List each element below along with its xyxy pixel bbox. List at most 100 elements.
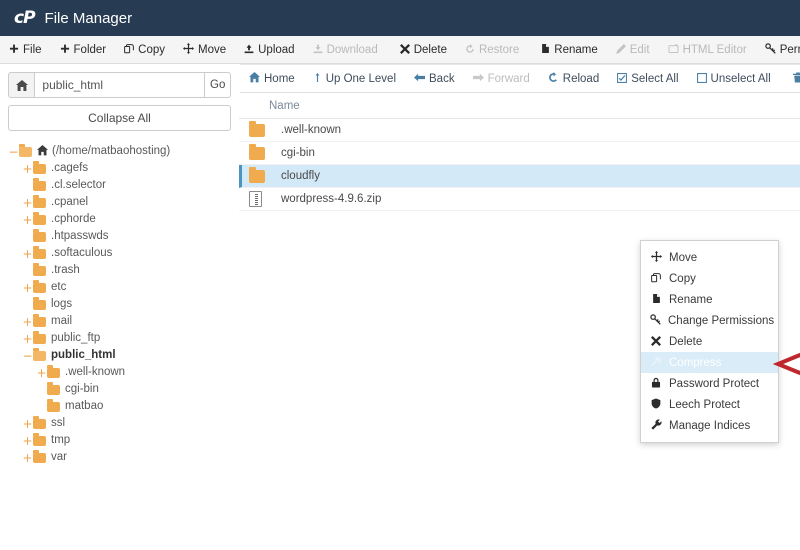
folder-icon [249, 166, 267, 183]
toolbar-item-label: HTML Editor [682, 43, 747, 56]
toolbar-item-label: Restore [478, 43, 520, 56]
context-menu-item-delete[interactable]: Delete [641, 331, 778, 352]
toolbar-item-rename[interactable]: Rename [532, 36, 606, 63]
tree-item[interactable]: + var [8, 449, 231, 466]
expand-toggle-icon[interactable]: + [22, 282, 33, 294]
shield-icon [650, 398, 662, 411]
folder-icon [249, 143, 267, 160]
file-name: cgi-bin [281, 147, 315, 159]
context-menu-item-label: Move [669, 251, 698, 264]
collapse-all-button[interactable]: Collapse All [8, 105, 231, 131]
tree-item-label: matbao [65, 399, 104, 412]
toolbar-item-label: Move [198, 43, 227, 56]
tree-item[interactable]: + public_ftp [8, 330, 231, 347]
folder-icon [33, 331, 46, 344]
nav-item-label: Forward [487, 72, 530, 85]
file-row[interactable]: cgi-bin [239, 142, 800, 165]
expand-toggle-icon[interactable]: + [22, 214, 33, 226]
path-input[interactable] [34, 72, 205, 98]
toolbar-item-move[interactable]: Move [174, 36, 235, 63]
context-menu-item-rename[interactable]: Rename [641, 289, 778, 310]
context-menu-item-move[interactable]: Move [641, 247, 778, 268]
toolbar-item-upload[interactable]: Upload [235, 36, 303, 63]
tree-item[interactable]: − (/home/matbaohosting) [8, 143, 231, 160]
expand-toggle-icon[interactable]: + [22, 316, 33, 328]
navigation-bar: Home Up One Level Back Forward Reload Select … [240, 64, 800, 93]
tree-item[interactable]: + .well-known [8, 364, 231, 381]
tree-item[interactable]: + tmp [8, 432, 231, 449]
context-menu-item-leech-protect[interactable]: Leech Protect [641, 394, 778, 415]
go-button[interactable]: Go [204, 72, 231, 98]
open-folder-icon [33, 348, 46, 361]
tree-item[interactable]: + .cphorde [8, 211, 231, 228]
sidebar: Go Collapse All − (/home/matbaohosting) +.… [0, 64, 240, 550]
tree-item-label: .well-known [65, 365, 126, 378]
toolbar-item-label: Delete [413, 43, 447, 56]
plus-icon [9, 44, 19, 56]
file-row[interactable]: .well-known [239, 119, 800, 142]
tree-item[interactable]: · logs [8, 296, 231, 313]
cpanel-logo-icon: cP [14, 8, 36, 28]
tree-item[interactable]: + .cagefs [8, 160, 231, 177]
home-icon[interactable] [8, 72, 35, 98]
context-menu-item-manage-indices[interactable]: Manage Indices [641, 415, 778, 436]
move-icon [183, 43, 194, 56]
context-menu-item-password-protect[interactable]: Password Protect [641, 373, 778, 394]
left-arrow-icon [414, 72, 426, 85]
nav-item-up-one-level[interactable]: Up One Level [304, 65, 405, 92]
toolbar-item-permissions[interactable]: Permissions [756, 36, 800, 63]
wrench-key-icon [650, 314, 661, 327]
expand-toggle-icon[interactable]: + [22, 435, 33, 447]
expand-toggle-icon[interactable]: + [22, 197, 33, 209]
expand-toggle-icon[interactable]: + [22, 452, 33, 464]
file-manager-window: cP File Manager File Folder Copy Move Upload… [0, 0, 800, 550]
collapse-toggle-icon[interactable]: − [22, 350, 33, 362]
tree-item[interactable]: + mail [8, 313, 231, 330]
tree-item[interactable]: · .trash [8, 262, 231, 279]
tree-item[interactable]: − public_html [8, 347, 231, 364]
toolbar-item-copy[interactable]: Copy [115, 36, 174, 63]
nav-item-label: Back [429, 72, 455, 85]
context-menu: Move Copy Rename Change Permissions Delete Co… [640, 240, 779, 443]
nav-item-select-all[interactable]: Select All [608, 65, 687, 92]
tree-spacer: · [36, 384, 47, 396]
collapse-toggle-icon[interactable]: − [8, 146, 19, 158]
tree-item[interactable]: + ssl [8, 415, 231, 432]
expand-toggle-icon[interactable]: + [22, 418, 33, 430]
html-editor-icon [668, 43, 679, 56]
tree-item[interactable]: + .softaculous [8, 245, 231, 262]
expand-toggle-icon[interactable]: + [22, 333, 33, 345]
column-header-name[interactable]: Name [239, 93, 800, 119]
context-menu-item-change-permissions[interactable]: Change Permissions [641, 310, 778, 331]
tree-item[interactable]: + etc [8, 279, 231, 296]
nav-item-unselect-all[interactable]: Unselect All [688, 65, 780, 92]
tree-item[interactable]: · cgi-bin [8, 381, 231, 398]
folder-icon [47, 365, 60, 378]
file-row[interactable]: wordpress-4.9.6.zip [239, 188, 800, 211]
tree-item[interactable]: · matbao [8, 398, 231, 415]
nav-item-reload[interactable]: Reload [539, 65, 608, 92]
file-icon [650, 293, 662, 306]
tree-item[interactable]: · .htpasswds [8, 228, 231, 245]
toolbar-item-folder[interactable]: Folder [51, 36, 116, 63]
tree-item-label: .cagefs [51, 161, 89, 174]
context-menu-item-compress[interactable]: Compress [641, 352, 778, 373]
nav-item-back[interactable]: Back [405, 65, 464, 92]
tree-item[interactable]: + .cpanel [8, 194, 231, 211]
file-name: .well-known [281, 124, 342, 136]
nav-item-view[interactable]: View [784, 65, 800, 92]
nav-item-home[interactable]: Home [240, 65, 304, 92]
toolbar-item-label: Permissions [779, 43, 800, 56]
expand-toggle-icon[interactable]: + [22, 163, 33, 175]
expand-toggle-icon[interactable]: + [36, 367, 47, 379]
file-row[interactable]: cloudfly [239, 165, 800, 188]
toolbar-item-file[interactable]: File [0, 36, 51, 63]
context-menu-item-copy[interactable]: Copy [641, 268, 778, 289]
context-menu-item-label: Copy [669, 272, 696, 285]
folder-icon [33, 450, 46, 463]
tree-item[interactable]: · .cl.selector [8, 177, 231, 194]
nav-item-label: Reload [562, 72, 600, 85]
expand-toggle-icon[interactable]: + [22, 248, 33, 260]
toolbar-item-label: Copy [138, 43, 165, 56]
toolbar-item-delete[interactable]: Delete [391, 36, 456, 63]
